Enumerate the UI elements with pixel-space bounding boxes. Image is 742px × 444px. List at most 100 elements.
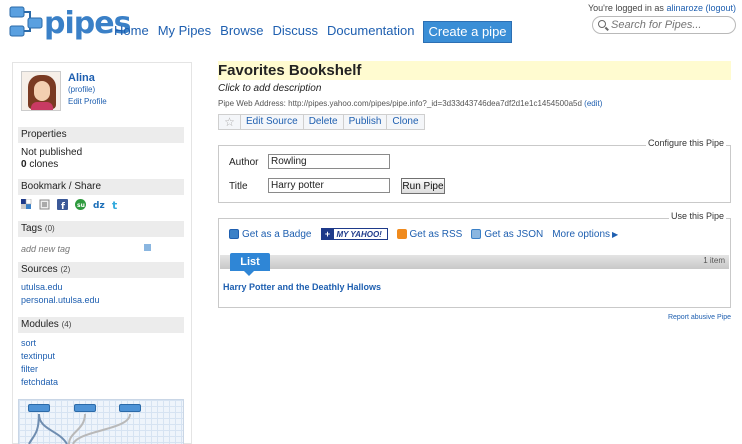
svg-text:dz: dz xyxy=(93,201,105,210)
digg-icon[interactable]: dz xyxy=(93,199,105,211)
configure-legend: Configure this Pipe xyxy=(645,138,726,148)
bookmark-icon[interactable] xyxy=(39,199,50,210)
title-field[interactable] xyxy=(268,178,390,193)
report-abuse-link[interactable]: Report abusive Pipe xyxy=(668,314,731,321)
source-item[interactable]: personal.utulsa.edu xyxy=(21,295,100,305)
properties-heading: Properties xyxy=(18,127,184,143)
get-badge-label: Get as a Badge xyxy=(242,228,312,240)
delicious-icon[interactable] xyxy=(21,198,32,210)
more-options-label: More options xyxy=(552,228,611,240)
top-nav: Home My Pipes Browse Discuss Documentati… xyxy=(114,21,521,43)
modules-heading: Modules (4) xyxy=(18,317,184,333)
search-box xyxy=(592,16,736,34)
bookmark-heading: Bookmark / Share xyxy=(18,179,184,195)
logout-link[interactable]: (logout) xyxy=(705,3,736,13)
svg-text:f: f xyxy=(61,202,65,210)
module-item[interactable]: filter xyxy=(21,364,38,374)
item-count: 1 item xyxy=(703,256,725,265)
pipe-title[interactable]: Favorites Bookshelf xyxy=(218,62,361,79)
clone-button[interactable]: Clone xyxy=(387,115,423,129)
json-icon xyxy=(471,229,482,239)
tags-heading: Tags (0) xyxy=(18,221,184,237)
clones-label: clones xyxy=(29,159,59,170)
preview-wires xyxy=(28,413,131,444)
author-label: Author xyxy=(229,157,259,168)
facebook-icon[interactable]: f xyxy=(57,199,68,212)
rss-icon xyxy=(396,229,407,239)
header: pipes Home My Pipes Browse Discuss Docum… xyxy=(0,0,742,52)
get-rss-label: Get as RSS xyxy=(409,228,463,240)
modules-heading-label: Modules xyxy=(21,319,59,330)
pipe-title-bar: Favorites Bookshelf xyxy=(218,61,731,80)
nav-browse[interactable]: Browse xyxy=(220,21,263,43)
publish-button[interactable]: Publish xyxy=(344,115,388,129)
add-to-myyahoo-button[interactable]: + MY YAHOO! xyxy=(320,228,388,240)
nav-discuss[interactable]: Discuss xyxy=(273,21,319,43)
login-status: You're logged in as alinaroze (logout) xyxy=(588,3,736,13)
clones-number: 0 xyxy=(21,159,27,170)
modules-count: (4) xyxy=(61,320,72,329)
use-legend: Use this Pipe xyxy=(668,211,726,221)
avatar[interactable] xyxy=(21,71,61,111)
module-item[interactable]: fetchdata xyxy=(21,377,58,387)
source-item[interactable]: utulsa.edu xyxy=(21,282,63,292)
module-item[interactable]: textinput xyxy=(21,351,55,361)
result-item[interactable]: Harry Potter and the Deathly Hallows xyxy=(223,282,381,292)
pipe-preview-thumbnail[interactable] xyxy=(18,399,184,444)
publish-status: Not published xyxy=(21,147,83,158)
get-json-link[interactable]: Get as JSON xyxy=(471,229,543,240)
svg-text:su: su xyxy=(77,202,85,209)
search-input[interactable] xyxy=(611,18,731,32)
pipe-web-address: Pipe Web Address: http://pipes.yahoo.com… xyxy=(218,99,602,108)
myyahoo-label: MY YAHOO! xyxy=(336,229,382,239)
properties-heading-label: Properties xyxy=(21,129,67,140)
create-pipe-button[interactable]: Create a pipe xyxy=(423,21,512,43)
get-rss-link[interactable]: Get as RSS xyxy=(396,228,463,240)
stumbleupon-icon[interactable]: su xyxy=(75,199,86,210)
results-bar: List 1 item xyxy=(220,253,729,276)
bookmark-heading-label: Bookmark / Share xyxy=(21,181,102,192)
login-prefix: You're logged in as xyxy=(587,3,664,13)
twitter-icon[interactable]: t xyxy=(111,199,122,212)
configure-panel: Configure this Pipe Author Title Run Pip… xyxy=(218,138,731,203)
sources-heading-label: Sources xyxy=(21,264,58,275)
get-json-label: Get as JSON xyxy=(484,228,544,240)
profile-name[interactable]: Alina xyxy=(68,72,95,84)
nav-documentation[interactable]: Documentation xyxy=(327,21,414,43)
module-item[interactable]: sort xyxy=(21,338,36,348)
pipe-toolbar: ☆ Edit Source Delete Publish Clone xyxy=(218,114,425,130)
delete-button[interactable]: Delete xyxy=(304,115,344,129)
profile-link[interactable]: (profile) xyxy=(68,85,95,94)
edit-profile-link[interactable]: Edit Profile xyxy=(68,97,107,106)
tab-list[interactable]: List xyxy=(230,253,270,276)
add-tag-input[interactable]: add new tag xyxy=(21,244,70,254)
use-options: Get as a Badge + MY YAHOO! Get as RSS Ge… xyxy=(229,228,627,240)
edit-address-link[interactable]: (edit) xyxy=(584,99,602,108)
web-address-label: Pipe Web Address: xyxy=(218,99,286,108)
sidebar: Alina (profile) Edit Profile Properties … xyxy=(12,62,192,444)
use-panel: Use this Pipe Get as a Badge + MY YAHOO!… xyxy=(218,211,731,308)
plus-icon: + xyxy=(321,229,334,239)
tags-heading-label: Tags xyxy=(21,223,43,234)
pipe-description[interactable]: Click to add description xyxy=(218,83,321,94)
tags-count: (0) xyxy=(44,224,55,233)
run-pipe-button[interactable]: Run Pipe xyxy=(401,178,445,194)
nav-my-pipes[interactable]: My Pipes xyxy=(158,21,211,43)
svg-text:t: t xyxy=(112,199,117,210)
author-field[interactable] xyxy=(268,154,390,169)
clones-count: 0 clones xyxy=(21,159,58,170)
nav-home[interactable]: Home xyxy=(114,21,149,43)
search-icon[interactable] xyxy=(598,20,606,28)
get-badge-link[interactable]: Get as a Badge xyxy=(229,229,312,240)
web-address-value: http://pipes.yahoo.com/pipes/pipe.info?_… xyxy=(288,99,582,108)
title-label: Title xyxy=(229,181,248,192)
triangle-right-icon: ▶ xyxy=(612,229,619,239)
star-icon[interactable]: ☆ xyxy=(219,115,241,129)
login-username[interactable]: alinaroze xyxy=(666,3,703,13)
badge-icon xyxy=(229,229,239,239)
sources-count: (2) xyxy=(60,265,71,274)
more-options-link[interactable]: More options ▶ xyxy=(552,229,618,240)
edit-source-button[interactable]: Edit Source xyxy=(241,115,304,129)
add-tag-button[interactable] xyxy=(144,244,151,251)
pipes-logo[interactable]: pipes xyxy=(8,4,131,42)
